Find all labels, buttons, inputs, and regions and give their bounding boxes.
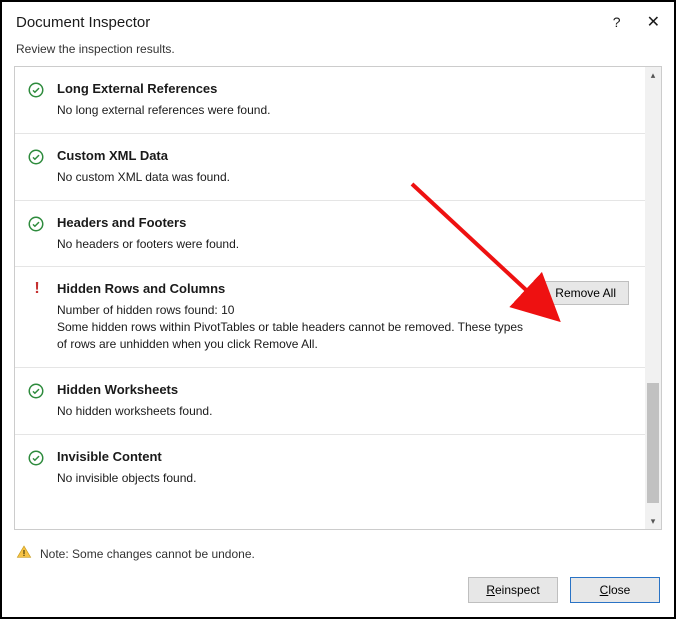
footer-note-text: Note: Some changes cannot be undone. (40, 547, 255, 561)
result-item: Headers and Footers No headers or footer… (15, 201, 645, 268)
checkmark-icon (27, 81, 47, 102)
close-icon[interactable]: ✕ (645, 12, 662, 32)
checkmark-icon (27, 215, 47, 236)
help-icon[interactable]: ? (613, 14, 621, 30)
title-controls: ? ✕ (613, 12, 662, 32)
scroll-track[interactable] (645, 83, 661, 513)
titlebar: Document Inspector ? ✕ (2, 2, 674, 38)
result-title: Long External References (57, 81, 629, 96)
result-title: Headers and Footers (57, 215, 629, 230)
results-panel: Long External References No long externa… (14, 66, 662, 530)
result-desc: No invisible objects found. (57, 470, 629, 487)
close-button[interactable]: Close (570, 577, 660, 603)
result-title: Hidden Rows and Columns (57, 281, 532, 296)
close-label-rest: lose (608, 583, 630, 597)
result-title: Invisible Content (57, 449, 629, 464)
result-item: Invisible Content No invisible objects f… (15, 435, 645, 501)
result-desc: No long external references were found. (57, 102, 629, 119)
footer-buttons: Reinspect Close (2, 573, 674, 617)
scroll-up-icon[interactable]: ▴ (645, 67, 661, 83)
result-item: Hidden Worksheets No hidden worksheets f… (15, 368, 645, 435)
checkmark-icon (27, 148, 47, 169)
result-title: Custom XML Data (57, 148, 629, 163)
subheader-text: Review the inspection results. (2, 38, 674, 66)
scroll-down-icon[interactable]: ▾ (645, 513, 661, 529)
alert-icon: ! (27, 281, 47, 297)
result-desc: Number of hidden rows found: 10 Some hid… (57, 302, 532, 352)
result-item: ! Hidden Rows and Columns Number of hidd… (15, 267, 645, 367)
footer-note: Note: Some changes cannot be undone. (2, 534, 674, 573)
result-desc: No headers or footers were found. (57, 236, 629, 253)
reinspect-button[interactable]: Reinspect (468, 577, 558, 603)
result-desc: No hidden worksheets found. (57, 403, 629, 420)
scrollbar[interactable]: ▴ ▾ (645, 67, 661, 529)
result-item: Long External References No long externa… (15, 67, 645, 134)
remove-all-button[interactable]: Remove All (542, 281, 629, 305)
scroll-thumb[interactable] (647, 383, 659, 503)
results-list: Long External References No long externa… (15, 67, 645, 529)
dialog-title: Document Inspector (16, 14, 150, 31)
checkmark-icon (27, 449, 47, 470)
checkmark-icon (27, 382, 47, 403)
reinspect-label-rest: einspect (495, 583, 540, 597)
result-item: Custom XML Data No custom XML data was f… (15, 134, 645, 201)
result-title: Hidden Worksheets (57, 382, 629, 397)
result-desc: No custom XML data was found. (57, 169, 629, 186)
warning-triangle-icon (16, 544, 32, 563)
